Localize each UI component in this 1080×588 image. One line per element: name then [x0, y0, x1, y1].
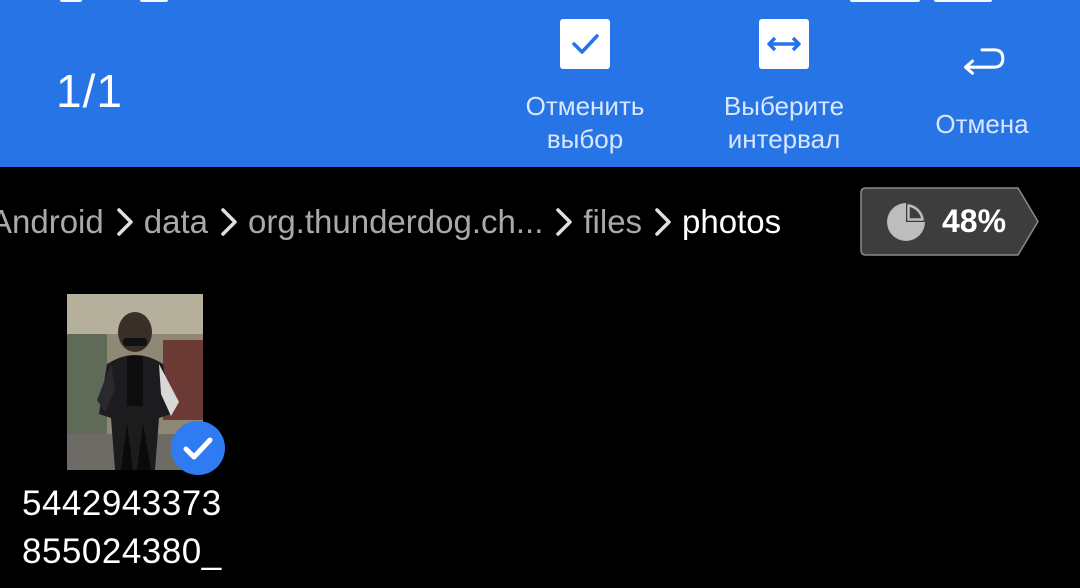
cancel-label: Отмена	[935, 109, 1029, 139]
deselect-button[interactable]: Отменить выбор	[505, 18, 665, 156]
horizontal-range-icon	[758, 18, 810, 70]
storage-usage-percent: 48%	[942, 203, 1007, 239]
cancel-button[interactable]: Отмена	[912, 18, 1052, 141]
breadcrumb-item-files[interactable]: files	[583, 203, 642, 241]
chevron-right-icon	[221, 208, 237, 236]
file-item[interactable]: 5442943373 855024380_	[18, 294, 258, 574]
return-arrow-icon	[956, 36, 1008, 88]
chevron-right-icon	[556, 208, 573, 236]
selection-toolbar: 1/1 Отменить выбор Выберите интервал Отм…	[0, 0, 1080, 167]
selection-count: 1/1	[56, 65, 123, 117]
pie-chart-icon	[887, 203, 925, 241]
deselect-label: Отменить выбор	[525, 91, 645, 154]
breadcrumb: Android data org.thunderdog.ch... files …	[0, 188, 860, 256]
breadcrumb-item-data[interactable]: data	[144, 203, 208, 241]
chevron-right-icon	[117, 208, 133, 236]
chevron-right-icon	[655, 208, 671, 236]
status-bar-fragment	[0, 0, 1080, 6]
checkbox-checked-icon	[559, 18, 611, 70]
file-name: 5442943373 855024380_	[22, 484, 222, 571]
storage-usage-badge[interactable]: 48%	[860, 187, 1040, 256]
select-range-button[interactable]: Выберите интервал	[704, 18, 864, 156]
breadcrumb-item-android[interactable]: Android	[0, 203, 104, 241]
breadcrumb-item-photos[interactable]: photos	[682, 203, 781, 241]
select-range-label: Выберите интервал	[723, 91, 845, 154]
check-circle-icon	[171, 421, 225, 475]
breadcrumb-item-package[interactable]: org.thunderdog.ch...	[248, 203, 543, 241]
